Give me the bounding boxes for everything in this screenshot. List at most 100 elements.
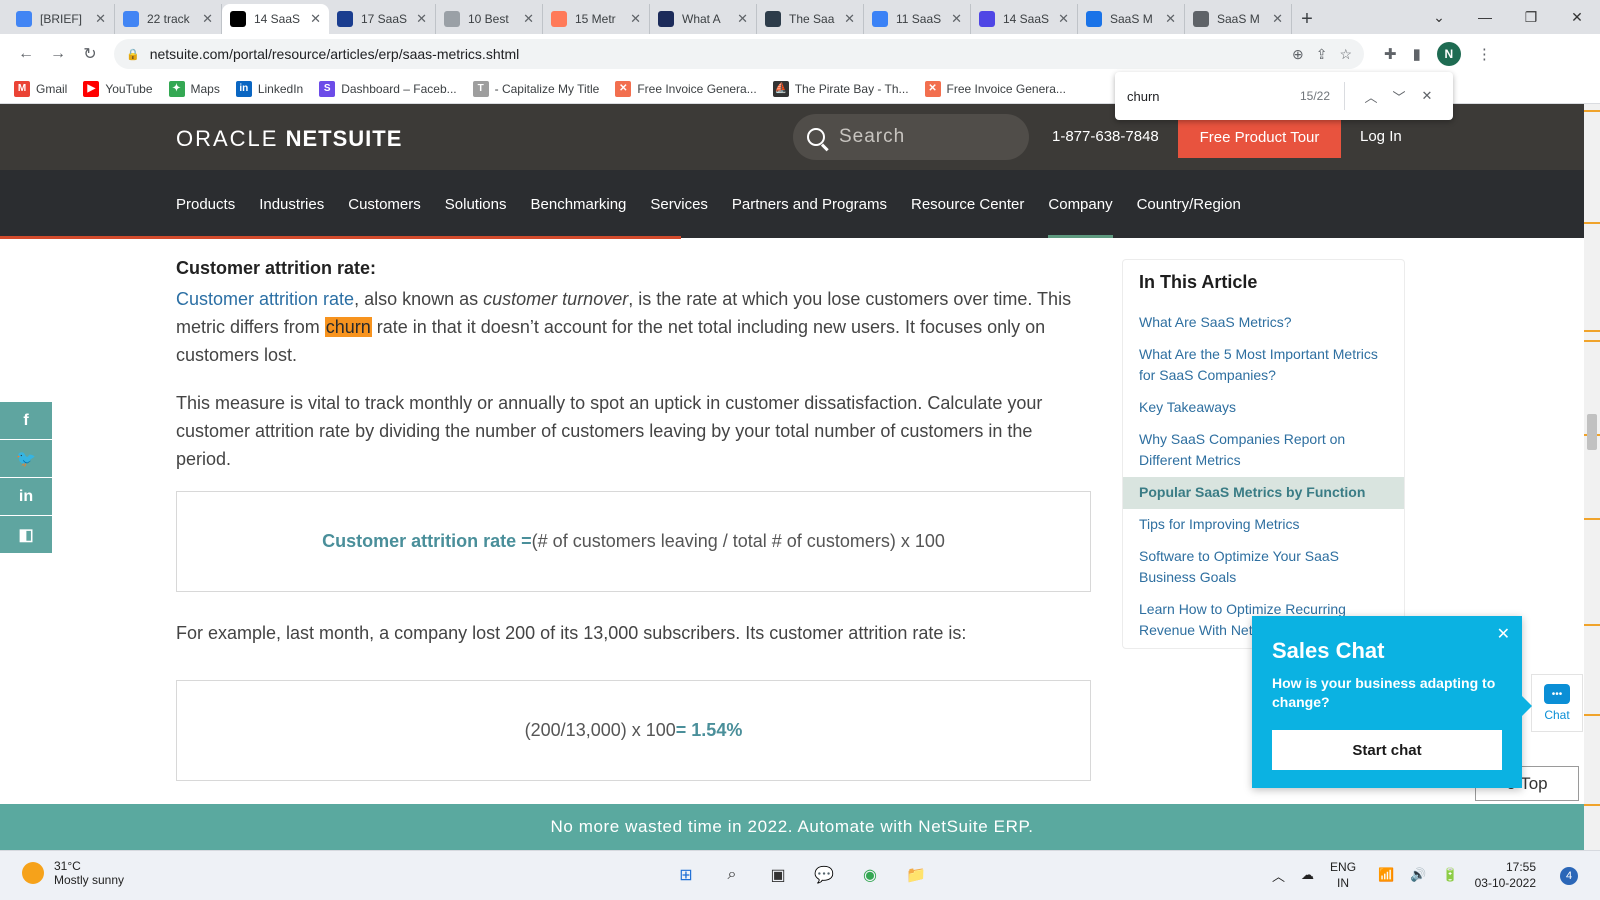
search-taskbar-icon[interactable]: ⌕ xyxy=(716,859,748,891)
linkedin-icon[interactable]: in xyxy=(0,478,52,516)
nav-item[interactable]: Resource Center xyxy=(911,170,1024,238)
share-icon[interactable]: ⇪ xyxy=(1316,46,1328,63)
side-panel-icon[interactable]: ▮ xyxy=(1413,45,1421,63)
tab-close-icon[interactable]: ✕ xyxy=(844,11,855,27)
tab-close-icon[interactable]: ✕ xyxy=(630,11,641,27)
login-link[interactable]: Log In xyxy=(1360,128,1402,145)
start-chat-button[interactable]: Start chat xyxy=(1272,730,1502,770)
nav-item[interactable]: Company xyxy=(1048,170,1113,238)
bookmark-item[interactable]: M Gmail xyxy=(14,80,67,97)
nav-item[interactable]: Customers xyxy=(348,170,421,238)
teams-chat-icon[interactable]: 💬 xyxy=(808,859,840,891)
task-view-icon[interactable]: ▣ xyxy=(762,859,794,891)
find-previous-button[interactable]: ︿ xyxy=(1357,87,1385,106)
toc-link[interactable]: Key Takeaways xyxy=(1123,392,1404,424)
tab-close-icon[interactable]: ✕ xyxy=(523,11,534,27)
bookmark-item[interactable]: ✕ Free Invoice Genera... xyxy=(924,80,1066,97)
tab-close-icon[interactable]: ✕ xyxy=(951,11,962,27)
nav-item[interactable]: Products xyxy=(176,170,235,238)
browser-tab[interactable]: 14 SaaS ✕ xyxy=(971,4,1078,34)
browser-tab[interactable]: The Saa ✕ xyxy=(757,4,864,34)
attrition-rate-link[interactable]: Customer attrition rate xyxy=(176,289,354,309)
tab-close-icon[interactable]: ✕ xyxy=(1272,11,1283,27)
bookmark-item[interactable]: in LinkedIn xyxy=(235,80,303,97)
toc-link[interactable]: Software to Optimize Your SaaS Business … xyxy=(1123,541,1404,594)
nav-item[interactable]: Services xyxy=(650,170,708,238)
promo-banner[interactable]: No more wasted time in 2022. Automate wi… xyxy=(0,804,1584,850)
tab-close-icon[interactable]: ✕ xyxy=(1058,11,1069,27)
flipboard-icon[interactable]: ◧ xyxy=(0,516,52,554)
weather-widget[interactable]: 31°C Mostly sunny xyxy=(22,859,124,887)
find-close-button[interactable]: ✕ xyxy=(1413,88,1441,104)
browser-tab[interactable]: 15 Metr ✕ xyxy=(543,4,650,34)
toc-link[interactable]: Why SaaS Companies Report on Different M… xyxy=(1123,424,1404,477)
onedrive-icon[interactable]: ☁ xyxy=(1301,867,1314,883)
file-explorer-icon[interactable]: 📁 xyxy=(900,859,932,891)
netsuite-logo[interactable]: ORACLE NETSUITE xyxy=(176,126,402,152)
twitter-icon[interactable]: 🐦 xyxy=(0,440,52,478)
browser-tab[interactable]: 11 SaaS ✕ xyxy=(864,4,971,34)
toc-link[interactable]: Popular SaaS Metrics by Function xyxy=(1123,477,1404,509)
site-search-input[interactable]: Search xyxy=(793,114,1029,160)
bookmark-item[interactable]: ▶ YouTube xyxy=(83,80,153,97)
volume-icon[interactable]: 🔊 xyxy=(1410,867,1426,883)
chrome-icon[interactable]: ◉ xyxy=(854,859,886,891)
minimize-button[interactable]: — xyxy=(1462,9,1508,25)
windows-start-icon[interactable]: ⊞ xyxy=(670,859,702,891)
chat-launcher[interactable]: ••• Chat xyxy=(1531,674,1583,732)
notification-badge[interactable]: 4 xyxy=(1560,867,1578,885)
tab-close-icon[interactable]: ✕ xyxy=(310,11,321,27)
find-icon[interactable]: ⊕ xyxy=(1292,46,1304,63)
phone-link[interactable]: 1-877-638-7848 xyxy=(1052,128,1159,145)
bookmark-star-icon[interactable]: ☆ xyxy=(1339,46,1352,63)
bookmark-item[interactable]: ✕ Free Invoice Genera... xyxy=(615,80,757,97)
browser-tab[interactable]: What A ✕ xyxy=(650,4,757,34)
close-window-button[interactable]: ✕ xyxy=(1554,9,1600,26)
tab-close-icon[interactable]: ✕ xyxy=(416,11,427,27)
toc-link[interactable]: Tips for Improving Metrics xyxy=(1123,509,1404,541)
scrollbar-thumb[interactable] xyxy=(1587,414,1597,450)
bookmark-item[interactable]: S Dashboard – Faceb... xyxy=(319,80,457,97)
battery-icon[interactable]: 🔋 xyxy=(1442,867,1458,883)
toc-link[interactable]: What Are the 5 Most Important Metrics fo… xyxy=(1123,339,1404,392)
language-indicator[interactable]: ENG IN xyxy=(1330,859,1356,891)
reload-button[interactable]: ↻ xyxy=(74,44,106,64)
chat-close-icon[interactable]: ✕ xyxy=(1497,624,1510,644)
clock[interactable]: 17:55 03-10-2022 xyxy=(1475,859,1536,891)
nav-item[interactable]: Benchmarking xyxy=(531,170,627,238)
browser-tab[interactable]: SaaS M ✕ xyxy=(1078,4,1185,34)
tab-close-icon[interactable]: ✕ xyxy=(1165,11,1176,27)
nav-item[interactable]: Industries xyxy=(259,170,324,238)
nav-item[interactable]: Partners and Programs xyxy=(732,170,887,238)
browser-tab[interactable]: 17 SaaS ✕ xyxy=(329,4,436,34)
tray-chevron-icon[interactable]: ︿ xyxy=(1272,866,1285,885)
address-bar[interactable]: 🔒 netsuite.com/portal/resource/articles/… xyxy=(114,39,1364,69)
bookmark-item[interactable]: T - Capitalize My Title xyxy=(472,80,599,97)
bookmark-item[interactable]: ⛵ The Pirate Bay - Th... xyxy=(772,80,909,97)
new-tab-button[interactable]: + xyxy=(1292,4,1322,34)
tab-search-icon[interactable]: ⌄ xyxy=(1416,9,1462,26)
browser-tab[interactable]: [BRIEF] ✕ xyxy=(8,4,115,34)
tab-close-icon[interactable]: ✕ xyxy=(202,11,213,27)
tab-close-icon[interactable]: ✕ xyxy=(95,11,106,27)
page-scrollbar[interactable] xyxy=(1584,104,1600,850)
tab-close-icon[interactable]: ✕ xyxy=(737,11,748,27)
lock-icon[interactable]: 🔒 xyxy=(126,48,140,61)
browser-tab[interactable]: 22 track ✕ xyxy=(115,4,222,34)
bookmark-item[interactable]: ✦ Maps xyxy=(168,80,220,97)
nav-item[interactable]: Country/Region xyxy=(1137,170,1241,238)
browser-tab[interactable]: 10 Best ✕ xyxy=(436,4,543,34)
facebook-icon[interactable]: f xyxy=(0,402,52,440)
nav-item[interactable]: Solutions xyxy=(445,170,507,238)
profile-avatar[interactable]: N xyxy=(1436,42,1461,66)
find-next-button[interactable]: ﹀ xyxy=(1385,87,1413,106)
browser-tab[interactable]: 14 SaaS ✕ xyxy=(222,4,329,34)
browser-tab[interactable]: SaaS M ✕ xyxy=(1185,4,1292,34)
menu-icon[interactable]: ⋮ xyxy=(1477,45,1492,63)
toc-link[interactable]: What Are SaaS Metrics? xyxy=(1123,307,1404,339)
free-product-tour-button[interactable]: Free Product Tour xyxy=(1178,116,1341,158)
extensions-icon[interactable]: ✚ xyxy=(1384,45,1397,63)
restore-button[interactable]: ❐ xyxy=(1508,9,1554,26)
back-button[interactable]: ← xyxy=(10,45,42,63)
find-input[interactable]: churn xyxy=(1127,89,1300,104)
